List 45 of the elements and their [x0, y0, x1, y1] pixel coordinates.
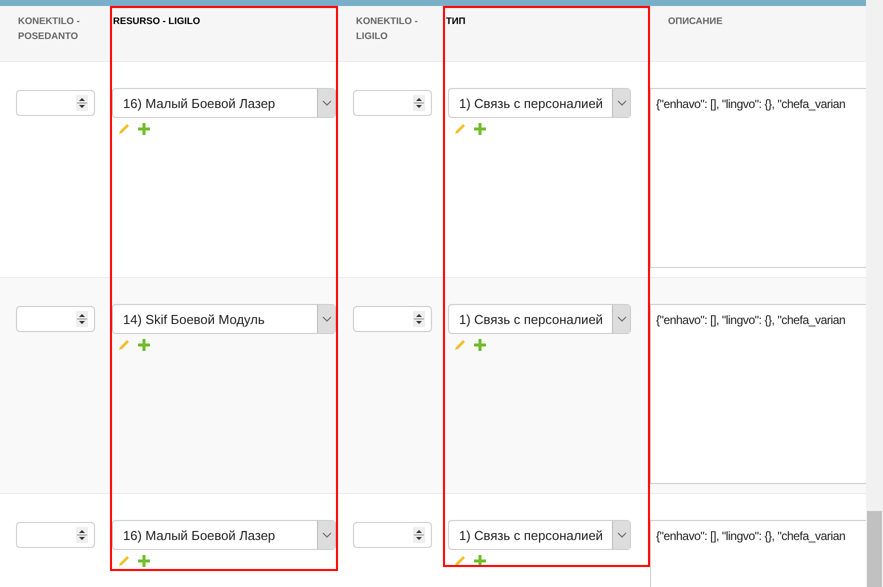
spinner-icon[interactable] [76, 311, 88, 327]
plus-icon[interactable] [474, 555, 486, 567]
description-field[interactable]: {"enhavo": [], "lingvo": {}, "chefa_varian [650, 88, 866, 268]
spinner-icon[interactable] [413, 95, 425, 111]
number-field[interactable] [16, 522, 95, 548]
spinner-icon[interactable] [76, 95, 88, 111]
pencil-icon[interactable] [454, 123, 466, 135]
plus-icon[interactable] [474, 339, 486, 351]
spinner-icon[interactable] [76, 527, 88, 543]
number-field[interactable] [16, 306, 95, 332]
chevron-icon [616, 532, 626, 538]
chevron-icon [616, 316, 626, 322]
pencil-icon[interactable] [118, 555, 130, 567]
column-header[interactable]: KONEKTILO - POSEDANTO [0, 6, 110, 61]
select-field[interactable]: 16) Малый Боевой Лазер [112, 88, 336, 118]
select-field[interactable]: 1) Связь с персоналией [448, 520, 631, 550]
plus-icon[interactable] [138, 339, 150, 351]
number-field[interactable] [353, 90, 432, 116]
description-field[interactable]: {"enhavo": [], "lingvo": {}, "chefa_varian [650, 304, 866, 484]
plus-icon[interactable] [138, 123, 150, 135]
select-field[interactable]: 16) Малый Боевой Лазер [112, 520, 336, 550]
column-header[interactable]: RESURSO - LIGILO [110, 6, 338, 61]
spinner-icon[interactable] [413, 527, 425, 543]
scrollbar[interactable] [866, 0, 883, 587]
column-header[interactable]: ОПИСАНИЕ [650, 6, 866, 61]
number-field[interactable] [16, 90, 95, 116]
number-field[interactable] [353, 306, 432, 332]
chevron-icon [322, 316, 332, 322]
pencil-icon[interactable] [454, 555, 466, 567]
pencil-icon[interactable] [118, 123, 130, 135]
plus-icon[interactable] [474, 123, 486, 135]
chevron-icon [322, 100, 332, 106]
chevron-icon [322, 532, 332, 538]
chevron-icon [616, 100, 626, 106]
column-header[interactable]: ТИП [443, 6, 650, 61]
select-field[interactable]: 14) Skif Боевой Модуль [112, 304, 336, 334]
select-field[interactable]: 1) Связь с персоналией [448, 304, 631, 334]
description-field[interactable]: {"enhavo": [], "lingvo": {}, "chefa_varian [650, 520, 866, 587]
pencil-icon[interactable] [454, 339, 466, 351]
select-field[interactable]: 1) Связь с персоналией [448, 88, 631, 118]
number-field[interactable] [353, 522, 432, 548]
column-header[interactable]: KONEKTILO - LIGILO [338, 6, 443, 61]
plus-icon[interactable] [138, 555, 150, 567]
spinner-icon[interactable] [413, 311, 425, 327]
pencil-icon[interactable] [118, 339, 130, 351]
